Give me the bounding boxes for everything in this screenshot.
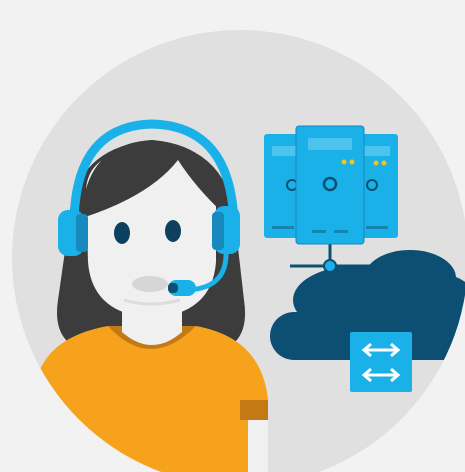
server-rack-icon: [264, 125, 398, 245]
support-illustration: [12, 30, 465, 472]
data-transfer-icon: [350, 332, 412, 392]
illustration-scene: [0, 0, 465, 472]
